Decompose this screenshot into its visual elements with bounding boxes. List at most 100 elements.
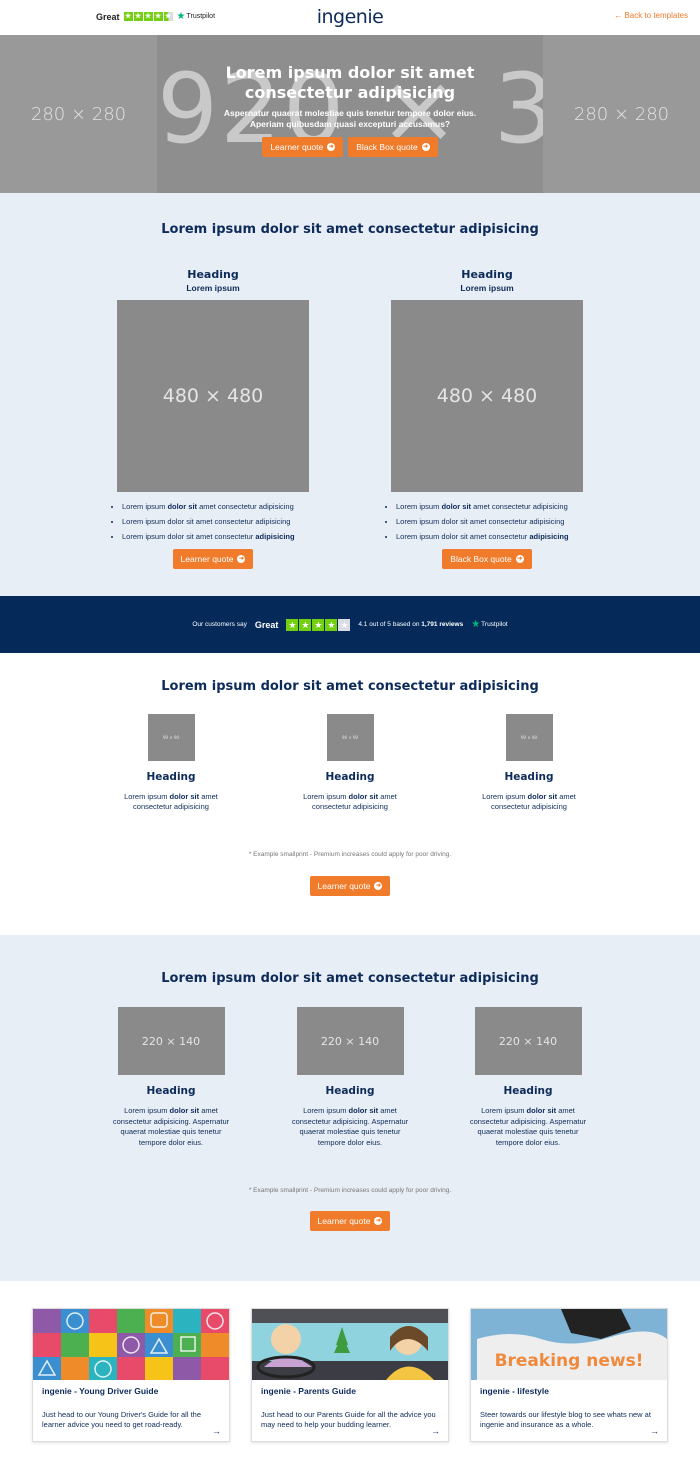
button-label: Learner quote bbox=[317, 881, 371, 891]
guide-cards: ingenie - Young Driver Guide Just head t… bbox=[0, 1308, 700, 1448]
feature-column: 220 × 140 Heading Lorem ipsum dolor sit … bbox=[106, 1007, 236, 1148]
list-item: Lorem ipsum dolor sit amet consectetur a… bbox=[122, 499, 323, 514]
list-item: Lorem ipsum dolor sit amet consectetur a… bbox=[122, 529, 323, 544]
hero-subtitle-line: Aperiam quibusdam quasi excepturi accusa… bbox=[249, 119, 451, 129]
feature-text: Lorem ipsum dolor sit amet consectetur ad… bbox=[482, 792, 576, 811]
feature-column: 220 × 140 Heading Lorem ipsum dolor sit … bbox=[285, 1007, 415, 1148]
column-subheading: Lorem ipsum bbox=[460, 283, 514, 293]
section-title: Lorem ipsum dolor sit amet consectetur a… bbox=[161, 222, 539, 237]
list-item: Lorem ipsum dolor sit amet consectetur a… bbox=[122, 514, 323, 529]
card-text: Just head to our Young Driver's Guide fo… bbox=[42, 1410, 202, 1429]
hero-learner-quote-button[interactable]: Learner quote ➜ bbox=[262, 137, 344, 157]
list-item: Lorem ipsum dolor sit amet consectetur a… bbox=[396, 514, 597, 529]
trustpilot-star-icon: ★ bbox=[471, 619, 481, 630]
young-driver-guide-card[interactable]: ingenie - Young Driver Guide Just head t… bbox=[32, 1308, 230, 1442]
hero-title-line: Lorem ipsum dolor sit amet bbox=[225, 63, 475, 82]
hero-buttons: Learner quote ➜ Black Box quote ➜ bbox=[0, 137, 700, 157]
site-header: Great ★ ★ ★ ★ ★ ★ Trustpilot ingenie ← B… bbox=[0, 0, 700, 35]
star-icon: ★ bbox=[325, 618, 338, 631]
feature-heading: Heading bbox=[503, 1085, 553, 1097]
back-to-templates-link[interactable]: ← Back to templates bbox=[614, 11, 688, 20]
button-label: Black Box quote bbox=[450, 554, 512, 564]
trustpilot-customers-say: Our customers say bbox=[192, 621, 247, 628]
feature-text: Lorem ipsum dolor sit amet consectetur a… bbox=[291, 1106, 409, 1147]
product-comparison-section: Lorem ipsum dolor sit amet consectetur a… bbox=[0, 193, 700, 596]
feature-heading: Heading bbox=[146, 771, 196, 783]
trustpilot-band[interactable]: Our customers say Great ★ ★ ★ ★ ★ 4.1 ou… bbox=[0, 596, 700, 653]
feature-column: 90 × 90 Heading Lorem ipsum dolor sit am… bbox=[454, 714, 604, 812]
hero-title-line: consectetur adipisicing bbox=[244, 83, 456, 102]
learner-column: Heading Lorem ipsum 480 × 480 Lorem ipsu… bbox=[117, 268, 309, 569]
arrow-right-icon[interactable]: → bbox=[431, 1426, 440, 1436]
smallprint: * Example smallprint - Premium increases… bbox=[248, 851, 452, 858]
road-signs-illustration bbox=[33, 1309, 229, 1380]
trustpilot-logo: ★ Trustpilot bbox=[471, 619, 507, 630]
hero-subtitle-line: Aspernatur quaerat molestiae quis tenetu… bbox=[223, 108, 477, 118]
button-row: Learner quote ➜ bbox=[0, 876, 700, 896]
card-title: ingenie - lifestyle bbox=[480, 1386, 549, 1396]
lifestyle-card[interactable]: Breaking news! ingenie - lifestyle Steer… bbox=[470, 1308, 668, 1442]
column-subheading: Lorem ipsum bbox=[186, 283, 240, 293]
hero-banner: 280 × 280 920 × 30 280 × 280 Lorem ipsum… bbox=[0, 35, 700, 193]
card-title: ingenie - Young Driver Guide bbox=[42, 1386, 159, 1396]
features-icons-section: Lorem ipsum dolor sit amet consectetur a… bbox=[0, 653, 700, 935]
arrow-right-icon[interactable]: → bbox=[650, 1426, 659, 1436]
card-title: ingenie - Parents Guide bbox=[261, 1386, 356, 1396]
section-title: Lorem ipsum dolor sit amet consectetur a… bbox=[161, 971, 539, 986]
parents-guide-card[interactable]: ingenie - Parents Guide Just head to our… bbox=[251, 1308, 449, 1442]
column-image-placeholder: 480 × 480 bbox=[117, 300, 309, 492]
smallprint: * Example smallprint - Premium increases… bbox=[248, 1187, 452, 1194]
hero-content: Lorem ipsum dolor sit amet consectetur a… bbox=[0, 63, 700, 157]
features-images-section: Lorem ipsum dolor sit amet consectetur a… bbox=[0, 935, 700, 1281]
feature-heading: Heading bbox=[325, 1085, 375, 1097]
feature-icon-placeholder: 90 × 90 bbox=[326, 714, 374, 761]
feature-heading: Heading bbox=[325, 771, 375, 783]
column-heading: Heading bbox=[461, 268, 513, 281]
star-icon: ★ bbox=[312, 618, 325, 631]
star-icon: ★ bbox=[286, 618, 299, 631]
hero-black-box-quote-button[interactable]: Black Box quote ➜ bbox=[348, 137, 438, 157]
black-box-column: Heading Lorem ipsum 480 × 480 Lorem ipsu… bbox=[391, 268, 583, 569]
arrow-circle-icon: ➜ bbox=[237, 555, 246, 563]
button-label: Learner quote bbox=[270, 142, 324, 152]
button-label: Learner quote bbox=[317, 1216, 371, 1226]
feature-heading: Heading bbox=[146, 1085, 196, 1097]
learner-quote-button[interactable]: Learner quote ➜ bbox=[309, 1211, 391, 1231]
parent-learner-car-illustration bbox=[252, 1309, 448, 1380]
column-heading: Heading bbox=[187, 268, 239, 281]
breaking-news-illustration: Breaking news! bbox=[471, 1309, 667, 1380]
button-label: Black Box quote bbox=[356, 142, 418, 152]
feature-text: Lorem ipsum dolor sit amet consectetur ad… bbox=[303, 792, 397, 811]
arrow-circle-icon: ➜ bbox=[374, 1217, 383, 1225]
feature-column: 90 × 90 Heading Lorem ipsum dolor sit am… bbox=[96, 714, 246, 812]
card-text: Just head to our Parents Guide for all t… bbox=[261, 1410, 436, 1429]
feature-image-placeholder: 220 × 140 bbox=[117, 1007, 225, 1075]
arrow-circle-icon: ➜ bbox=[515, 555, 524, 563]
trustpilot-rating-text: Great bbox=[254, 619, 279, 630]
section-title: Lorem ipsum dolor sit amet consectetur a… bbox=[161, 679, 539, 694]
learner-quote-button[interactable]: Learner quote ➜ bbox=[309, 876, 391, 896]
learner-quote-button[interactable]: Learner quote ➜ bbox=[172, 549, 254, 569]
column-image-placeholder: 480 × 480 bbox=[391, 300, 583, 492]
feature-list: Lorem ipsum dolor sit amet consectetur a… bbox=[387, 499, 597, 544]
list-item: Lorem ipsum dolor sit amet consectetur a… bbox=[396, 529, 597, 544]
feature-column: 90 × 90 Heading Lorem ipsum dolor sit am… bbox=[275, 714, 425, 812]
star-empty-icon: ★ bbox=[338, 618, 351, 631]
breaking-news-text: Breaking news! bbox=[494, 1351, 644, 1371]
feature-list: Lorem ipsum dolor sit amet consectetur a… bbox=[113, 499, 323, 544]
feature-text: Lorem ipsum dolor sit amet consectetur a… bbox=[469, 1106, 587, 1147]
button-label: Learner quote bbox=[180, 554, 234, 564]
arrow-circle-icon: ➜ bbox=[327, 143, 336, 151]
button-row: Learner quote ➜ bbox=[0, 1211, 700, 1231]
arrow-right-icon[interactable]: → bbox=[212, 1426, 221, 1436]
feature-image-placeholder: 220 × 140 bbox=[296, 1007, 404, 1075]
trustpilot-brand-text: Trustpilot bbox=[481, 621, 508, 628]
black-box-quote-button[interactable]: Black Box quote ➜ bbox=[442, 549, 532, 569]
feature-heading: Heading bbox=[504, 771, 554, 783]
ingenie-logo[interactable]: ingenie bbox=[0, 6, 700, 28]
arrow-circle-icon: ➜ bbox=[421, 143, 430, 151]
trustpilot-stars: ★ ★ ★ ★ ★ bbox=[286, 618, 351, 631]
feature-column: 220 × 140 Heading Lorem ipsum dolor sit … bbox=[463, 1007, 593, 1148]
trustpilot-score: 4.1 out of 5 based on 1,791 reviews bbox=[358, 621, 464, 628]
star-icon: ★ bbox=[299, 618, 312, 631]
